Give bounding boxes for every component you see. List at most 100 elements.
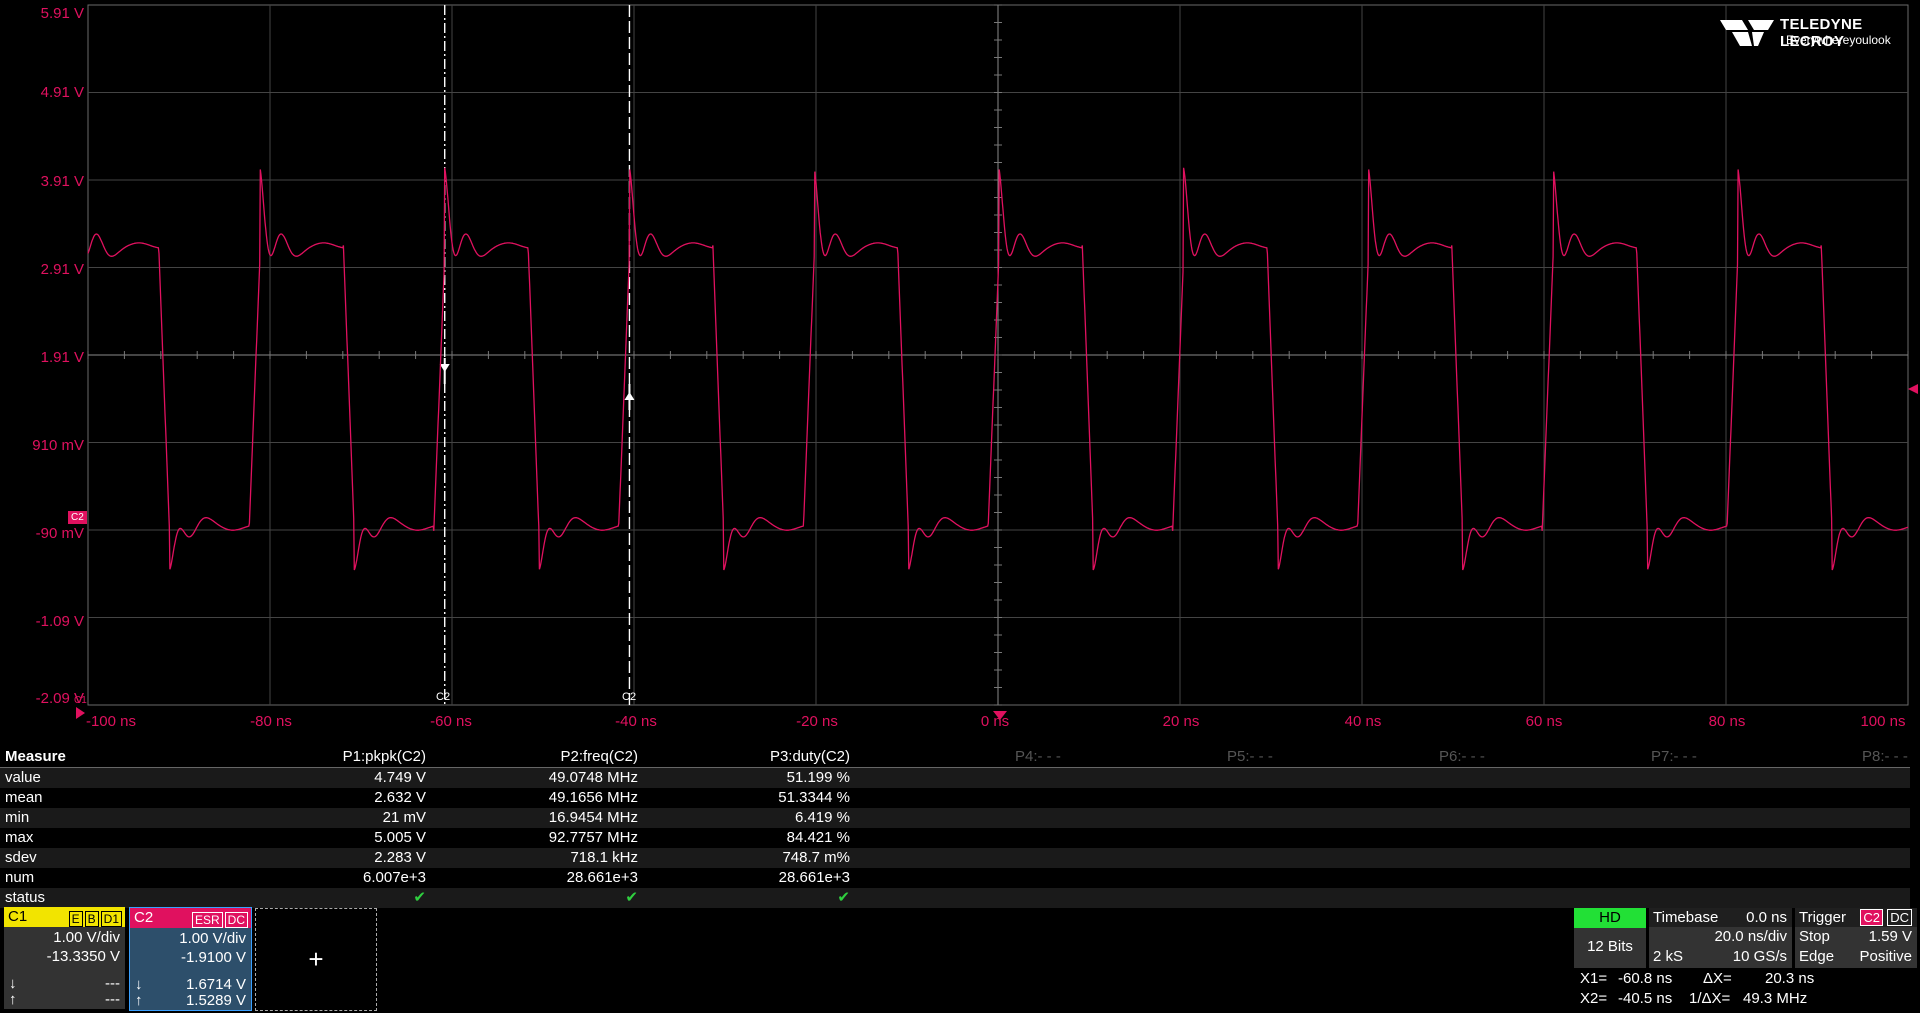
- cursor-up-icon: ↑: [9, 991, 17, 1008]
- status-check-icon: ✔: [413, 889, 426, 906]
- acquisition-mode-panel[interactable]: HD 12 Bits: [1574, 908, 1646, 968]
- cell: 4.749 V: [374, 769, 426, 786]
- cell: 21 mV: [382, 809, 426, 826]
- cursor-readout[interactable]: X1= -60.8 ns ΔX= 20.3 ns X2= -40.5 ns 1/…: [1580, 969, 1920, 1009]
- measure-row-sdev: sdev 2.283 V 718.1 kHz 748.7 m%: [0, 848, 1910, 868]
- timebase-rate: 10 GS/s: [1732, 948, 1787, 965]
- p1-header[interactable]: P1:pkpk(C2): [246, 747, 426, 767]
- c1-offset: -13.3350 V: [46, 948, 120, 965]
- channel-2-name: C2: [134, 909, 154, 926]
- y-tick-label: 1.91 V: [40, 349, 84, 366]
- cell: 5.005 V: [374, 829, 426, 846]
- trigger-panel[interactable]: Trigger C2 DC Stop 1.59 V Edge Positive: [1795, 908, 1917, 968]
- x2-value: -40.5 ns: [1618, 990, 1673, 1007]
- cell: 2.283 V: [374, 849, 426, 866]
- dx-value: 20.3 ns: [1765, 970, 1815, 987]
- y-tick-label: -1.09 V: [35, 613, 84, 630]
- x-tick-label: 40 ns: [1344, 713, 1382, 730]
- trigger-source: C2: [1860, 909, 1884, 926]
- bit-depth: 12 Bits: [1587, 938, 1633, 955]
- c1-cursor2-value: ---: [105, 991, 120, 1008]
- y-tick-label: 5.91 V: [40, 5, 84, 22]
- measure-row-status: status ✔ ✔ ✔: [0, 888, 1910, 908]
- channel-1-name: C1: [8, 908, 28, 925]
- measure-header-row: Measure P1:pkpk(C2) P2:freq(C2) P3:duty(…: [0, 747, 1910, 768]
- measure-title[interactable]: Measure: [5, 747, 66, 767]
- x-tick-label: 60 ns: [1525, 713, 1563, 730]
- measure-row-max: max 5.005 V 92.7757 MHz 84.421 %: [0, 828, 1910, 848]
- cell: 51.199 %: [786, 769, 850, 786]
- p6-header[interactable]: P6:- - -: [1439, 747, 1485, 767]
- timebase-label: Timebase: [1653, 909, 1719, 926]
- cell: 51.3344 %: [778, 789, 850, 806]
- waveform-grid[interactable]: [0, 0, 1920, 740]
- cell: 84.421 %: [786, 829, 850, 846]
- row-label: num: [5, 869, 35, 886]
- p7-header[interactable]: P7:- - -: [1651, 747, 1697, 767]
- x-tick-label: 100 ns: [1860, 713, 1906, 730]
- channel-2-descriptor[interactable]: C2 ESR DC 1.00 V/div -1.9100 V ↓ 1.6714 V…: [129, 907, 252, 1011]
- p5-header[interactable]: P5:- - -: [1227, 747, 1273, 767]
- cell: 6.419 %: [794, 809, 850, 826]
- x1-value: -60.8 ns: [1618, 970, 1673, 987]
- y-tick-label: 910 mV: [32, 437, 84, 454]
- teledyne-lecroy-logo: TELEDYNE LECROY Everywhereyoulook: [1718, 14, 1908, 54]
- timebase-samples: 2 kS: [1653, 948, 1684, 965]
- row-label: max: [5, 829, 34, 846]
- row-label: mean: [5, 789, 43, 806]
- cursor-1-label[interactable]: C2: [436, 691, 450, 703]
- y-tick-label: 4.91 V: [40, 84, 84, 101]
- measure-row-value: value 4.749 V 49.0748 MHz 51.199 %: [0, 768, 1910, 788]
- cursor-down-icon: ↓: [9, 975, 17, 992]
- x1-label: X1=: [1580, 970, 1608, 987]
- cell: 718.1 kHz: [570, 849, 638, 866]
- x-tick-label: -40 ns: [615, 713, 657, 730]
- p4-header[interactable]: P4:- - -: [1015, 747, 1061, 767]
- status-check-icon: ✔: [837, 889, 850, 906]
- c2-offset-marker[interactable]: C2: [68, 511, 87, 524]
- timebase-delay: 0.0 ns: [1746, 909, 1787, 926]
- c1-flag: D1: [100, 911, 122, 927]
- cell: 6.007e+3: [363, 869, 426, 886]
- dx-label: ΔX=: [1703, 970, 1732, 987]
- c2-offset: -1.9100 V: [180, 949, 246, 966]
- trigger-level-marker[interactable]: [1908, 384, 1918, 394]
- trigger-coupling: DC: [1887, 909, 1912, 926]
- logo-tagline: Everywhereyoulook: [1786, 33, 1891, 47]
- c1-offset-marker[interactable]: C1: [74, 695, 87, 706]
- trigger-level: 1.59 V: [1868, 928, 1912, 945]
- channel-1-descriptor[interactable]: C1 E B D1 1.00 V/div -13.3350 V ↓ --- ↑ --…: [4, 907, 125, 1009]
- measure-row-min: min 21 mV 16.9454 MHz 6.419 %: [0, 808, 1910, 828]
- scope-display[interactable]: 5.91 V 4.91 V 3.91 V 2.91 V 1.91 V 910 m…: [0, 0, 1920, 740]
- trigger-slope: Positive: [1859, 948, 1912, 965]
- p2-header[interactable]: P2:freq(C2): [458, 747, 638, 767]
- x-tick-label: 80 ns: [1708, 713, 1746, 730]
- p3-header[interactable]: P3:duty(C2): [670, 747, 850, 767]
- x-tick-label: 0 ns: [980, 713, 1010, 730]
- cell: 748.7 m%: [782, 849, 850, 866]
- p8-header[interactable]: P8:- - -: [1862, 747, 1908, 767]
- y-tick-label: 2.91 V: [40, 261, 84, 278]
- cell: 49.0748 MHz: [548, 769, 638, 786]
- c2-flag: DC: [224, 912, 248, 928]
- cursor-2-label[interactable]: C2: [622, 691, 636, 703]
- timebase-panel[interactable]: Timebase 0.0 ns 20.0 ns/div 2 kS 10 GS/s: [1649, 908, 1792, 968]
- row-label: min: [5, 809, 30, 826]
- hd-badge: HD: [1574, 908, 1646, 928]
- plus-icon: +: [308, 943, 324, 974]
- c1-vdiv: 1.00 V/div: [53, 929, 120, 946]
- cell: 28.661e+3: [778, 869, 850, 886]
- timebase-tdiv: 20.0 ns/div: [1714, 928, 1787, 945]
- c2-cursor1-value: 1.6714 V: [185, 976, 246, 993]
- x-tick-label: -100 ns: [85, 713, 137, 730]
- x-tick-label: -80 ns: [250, 713, 292, 730]
- cell: 16.9454 MHz: [548, 809, 638, 826]
- inv-dx-value: 49.3 MHz: [1743, 990, 1808, 1007]
- c2-flag: ESR: [191, 912, 223, 928]
- c2-vdiv: 1.00 V/div: [179, 930, 246, 947]
- measure-row-mean: mean 2.632 V 49.1656 MHz 51.3344 %: [0, 788, 1910, 808]
- trigger-type: Edge: [1799, 948, 1835, 965]
- add-channel-button[interactable]: +: [255, 908, 377, 1011]
- graticule: [87, 4, 1909, 706]
- y-tick-label: -2.09 V: [35, 690, 84, 707]
